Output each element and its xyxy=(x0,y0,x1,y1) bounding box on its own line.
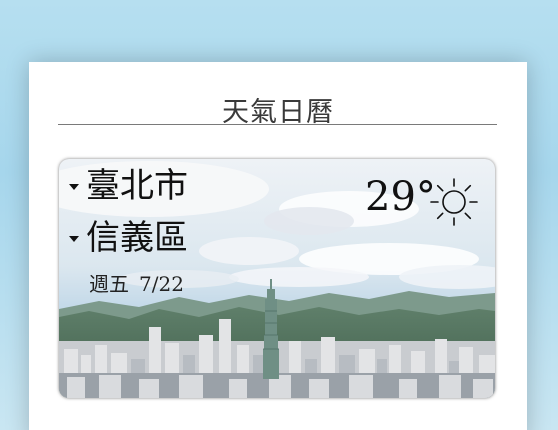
city-selector[interactable]: 臺北市 xyxy=(69,169,188,203)
weather-calendar-card: 天氣日曆 臺北市 信義區 週五 7/22 29° xyxy=(29,62,527,430)
district-name: 信義區 xyxy=(86,218,188,258)
weather-panel: 臺北市 信義區 週五 7/22 29° xyxy=(59,159,495,398)
date-line: 週五 7/22 xyxy=(89,268,194,297)
district-selector[interactable]: 信義區 xyxy=(69,221,188,255)
temperature-value: 29° xyxy=(365,174,436,220)
city-name: 臺北市 xyxy=(86,166,188,206)
district-dropdown-caret-icon xyxy=(69,236,79,242)
date-label: 7/22 xyxy=(139,272,184,296)
title-divider xyxy=(58,124,497,125)
weekday-label: 週五 xyxy=(89,272,129,296)
sun-icon xyxy=(430,178,478,226)
city-dropdown-caret-icon xyxy=(69,184,79,190)
